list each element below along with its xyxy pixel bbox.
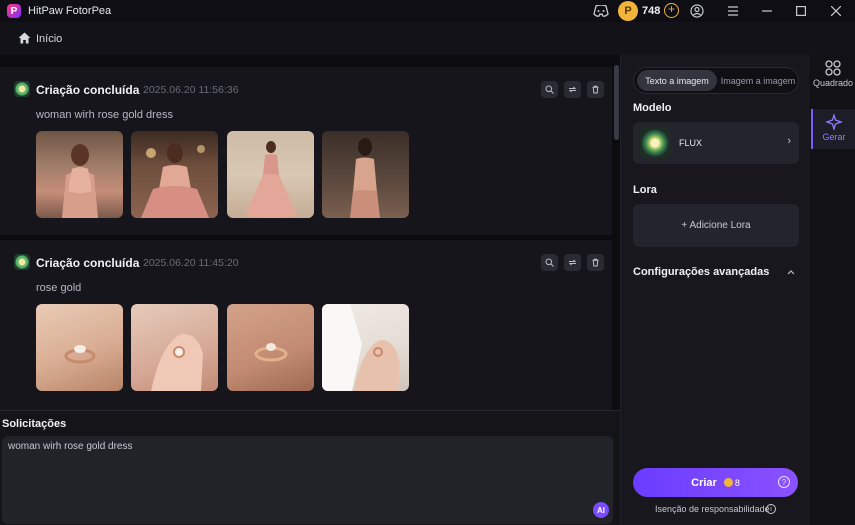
coin-icon	[723, 478, 733, 487]
create-cost: 8	[734, 477, 740, 488]
model-thumbnail	[640, 128, 670, 158]
prompt-label: Solicitações	[2, 418, 67, 430]
card-title: Criação concluída	[36, 256, 140, 270]
add-lora-button[interactable]: + Adicione Lora	[633, 204, 799, 247]
rail-item-quadrado[interactable]: Quadrado	[811, 55, 855, 95]
model-name: FLUX	[679, 138, 703, 148]
generated-image[interactable]	[36, 131, 123, 218]
creation-card: Criação concluída 2025.06.20 11:56:36 wo…	[0, 67, 612, 235]
delete-icon[interactable]	[587, 254, 604, 271]
regenerate-icon[interactable]	[564, 81, 581, 98]
minimize-icon[interactable]	[758, 2, 776, 20]
lora-label: Lora	[633, 184, 657, 196]
delete-icon[interactable]	[587, 81, 604, 98]
app-logo: P	[7, 4, 21, 18]
title-bar: P HitPaw FotorPea P 748 +	[0, 0, 855, 22]
add-coins-icon[interactable]: +	[664, 3, 679, 18]
advanced-settings-toggle[interactable]: Configurações avançadas	[633, 266, 769, 278]
feed-scrollbar[interactable]	[614, 65, 619, 140]
help-icon[interactable]: ?	[778, 476, 790, 488]
prompt-input[interactable]: woman wirh rose gold dress AI	[2, 436, 613, 524]
card-timestamp: 2025.06.20 11:45:20	[143, 257, 239, 269]
tab-image-to-image[interactable]: Imagem a imagem	[718, 70, 798, 91]
creation-card: Criação concluída 2025.06.20 11:45:20 ro…	[0, 240, 612, 410]
prompt-section: Solicitações woman wirh rose gold dress …	[0, 410, 620, 525]
model-avatar-icon	[14, 81, 30, 97]
menu-icon[interactable]	[724, 2, 742, 20]
card-timestamp: 2025.06.20 11:56:36	[143, 84, 239, 96]
generated-image[interactable]	[131, 131, 218, 218]
coin-count: 748	[642, 5, 661, 17]
rail-item-label: Quadrado	[812, 78, 854, 88]
info-icon[interactable]: i	[766, 504, 776, 514]
grid-circles-icon	[825, 60, 841, 76]
account-icon[interactable]	[688, 2, 706, 20]
coin-icon[interactable]: P	[618, 1, 638, 21]
maximize-icon[interactable]	[792, 2, 810, 20]
generated-image[interactable]	[227, 131, 314, 218]
rail-item-gerar[interactable]: Gerar	[811, 109, 855, 149]
home-icon[interactable]	[18, 32, 31, 44]
app-title: HitPaw FotorPea	[28, 5, 112, 17]
rail-item-label: Gerar	[822, 132, 846, 142]
tool-rail: Quadrado Gerar	[811, 55, 855, 525]
discord-icon[interactable]	[592, 2, 610, 20]
generated-image[interactable]	[36, 304, 123, 391]
card-prompt: rose gold	[36, 282, 82, 294]
tab-text-to-image[interactable]: Texto a imagem	[637, 70, 717, 91]
chevron-up-icon[interactable]	[787, 267, 795, 277]
breadcrumb	[0, 22, 855, 55]
create-label: Criar	[691, 476, 717, 489]
generated-image[interactable]	[227, 304, 314, 391]
zoom-icon[interactable]	[541, 81, 558, 98]
close-icon[interactable]	[827, 2, 845, 20]
prompt-input-value[interactable]: woman wirh rose gold dress	[8, 441, 133, 452]
chevron-right-icon: ›	[787, 135, 791, 147]
model-label: Modelo	[633, 102, 672, 114]
regenerate-icon[interactable]	[564, 254, 581, 271]
disclaimer-link[interactable]: Isenção de responsabilidade	[655, 504, 770, 514]
sparkle-icon	[825, 114, 843, 130]
mode-toggle: Texto a imagem Imagem a imagem	[633, 67, 799, 94]
generated-image[interactable]	[322, 304, 409, 391]
generated-image[interactable]	[322, 131, 409, 218]
generated-image[interactable]	[131, 304, 218, 391]
card-prompt: woman wirh rose gold dress	[36, 109, 173, 121]
model-avatar-icon	[14, 254, 30, 270]
breadcrumb-home[interactable]: Início	[36, 33, 62, 45]
creation-feed[interactable]: Criação concluída 2025.06.20 11:56:36 wo…	[0, 55, 620, 410]
card-title: Criação concluída	[36, 83, 140, 97]
model-selector[interactable]: FLUX ›	[633, 122, 799, 164]
ai-assist-button[interactable]: AI	[593, 502, 609, 518]
generation-settings-panel: Texto a imagem Imagem a imagem Modelo FL…	[620, 55, 810, 525]
zoom-icon[interactable]	[541, 254, 558, 271]
create-button[interactable]: Criar 8 ?	[633, 468, 798, 497]
